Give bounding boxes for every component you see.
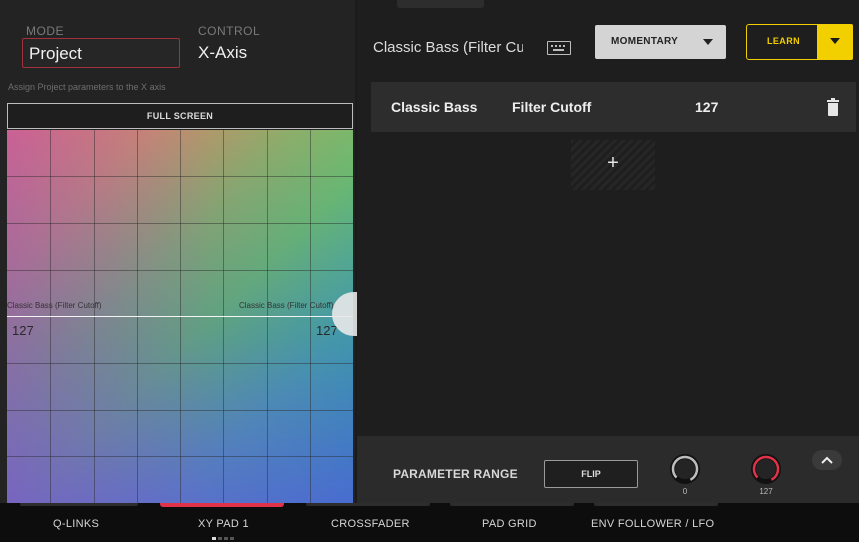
- top-tab-handle[interactable]: [397, 0, 484, 8]
- xy-right-param-label: Classic Bass (Filter Cutoff): [239, 301, 334, 310]
- control-selector[interactable]: X-Axis: [198, 43, 247, 63]
- grid-line: [7, 410, 353, 411]
- plus-icon: +: [607, 152, 619, 174]
- grid-line: [7, 456, 353, 457]
- xy-pad[interactable]: Classic Bass (Filter Cutoff) Classic Bas…: [7, 130, 353, 503]
- control-label: CONTROL: [198, 24, 261, 38]
- learn-label: LEARN: [767, 36, 800, 46]
- parameter-range-bar: PARAMETER RANGE FLIP 0 127: [357, 436, 859, 503]
- nav-pad-grid[interactable]: PAD GRID: [482, 518, 537, 530]
- momentary-dropdown[interactable]: MOMENTARY: [595, 25, 726, 59]
- chevron-up-icon: [821, 456, 833, 464]
- param-track: Classic Bass: [391, 99, 478, 115]
- page-indicator-dot: [212, 537, 216, 540]
- nav-tick: [594, 503, 718, 506]
- param-name: Filter Cutoff: [512, 99, 592, 115]
- bottom-nav: Q-LINKS XY PAD 1 CROSSFADER PAD GRID ENV…: [0, 503, 859, 542]
- grid-line: [7, 363, 353, 364]
- nav-active-indicator: [160, 503, 284, 507]
- nav-crossfader[interactable]: CROSSFADER: [331, 518, 410, 530]
- nav-tick: [20, 503, 138, 506]
- collapse-button[interactable]: [812, 450, 842, 470]
- target-name[interactable]: Classic Bass (Filter Cutoff): [373, 39, 523, 56]
- right-panel: Classic Bass (Filter Cutoff) MOMENTARY L…: [357, 0, 859, 503]
- range-max-value: 127: [759, 487, 773, 496]
- xy-left-param-label: Classic Bass (Filter Cutoff): [7, 301, 102, 310]
- mode-label: MODE: [26, 24, 64, 38]
- page-indicator-dot: [218, 537, 222, 540]
- nav-xy-pad-1[interactable]: XY PAD 1: [198, 518, 249, 530]
- xy-crosshair-line: [7, 316, 353, 317]
- learn-button[interactable]: LEARN: [746, 24, 853, 60]
- param-value: 127: [695, 99, 719, 115]
- trash-icon[interactable]: [827, 98, 839, 116]
- add-parameter-button[interactable]: +: [571, 140, 655, 190]
- parameter-range-label: PARAMETER RANGE: [393, 467, 518, 481]
- grid-line: [7, 270, 353, 271]
- range-min-knob[interactable]: [670, 454, 700, 484]
- flip-label: FLIP: [581, 469, 601, 479]
- nav-q-links[interactable]: Q-LINKS: [53, 518, 99, 530]
- xy-left-value: 127: [12, 323, 34, 338]
- chevron-down-icon: [830, 38, 840, 44]
- left-panel: MODE Project CONTROL X-Axis Assign Proje…: [0, 0, 358, 503]
- grid-line: [7, 223, 353, 224]
- flip-button[interactable]: FLIP: [544, 460, 638, 488]
- learn-dropdown-button[interactable]: [817, 24, 853, 60]
- grid-line: [7, 176, 353, 177]
- page-indicator-dot: [230, 537, 234, 540]
- chevron-down-icon: [703, 39, 713, 45]
- nav-tick: [306, 503, 430, 506]
- momentary-label: MOMENTARY: [611, 36, 679, 47]
- nav-env-follower-lfo[interactable]: ENV FOLLOWER / LFO: [591, 518, 714, 530]
- range-min-value: 0: [682, 487, 688, 496]
- mode-value: Project: [29, 44, 82, 63]
- keyboard-icon[interactable]: [547, 41, 571, 55]
- parameter-row[interactable]: Classic Bass Filter Cutoff 127: [371, 82, 856, 132]
- range-max-knob[interactable]: [751, 454, 781, 484]
- mode-selector[interactable]: Project: [22, 38, 180, 68]
- full-screen-button[interactable]: FULL SCREEN: [7, 103, 353, 129]
- assign-hint: Assign Project parameters to the X axis: [8, 82, 166, 92]
- nav-tick: [450, 503, 574, 506]
- page-indicator-dot: [224, 537, 228, 540]
